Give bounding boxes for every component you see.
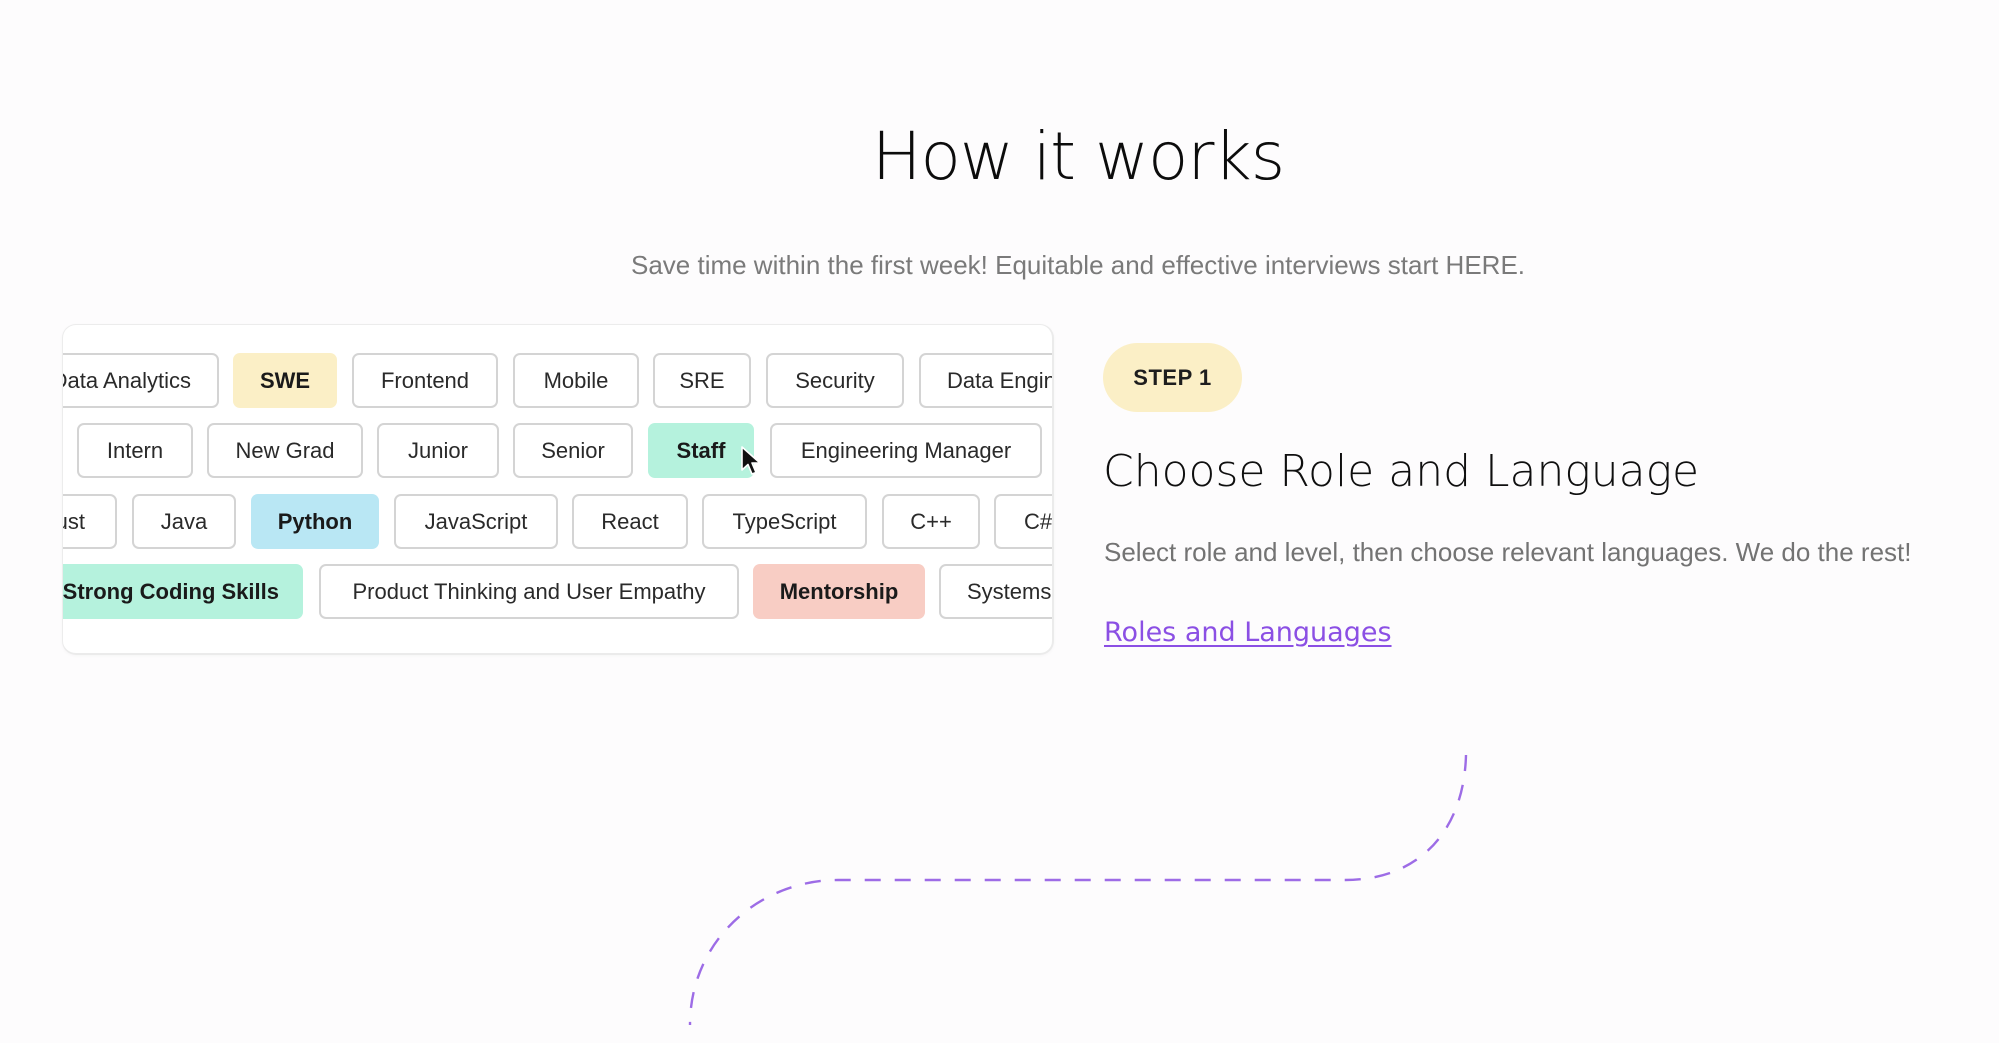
chip-skill-selected[interactable]: Mentorship <box>753 564 925 619</box>
chip-level-selected[interactable]: Staff <box>648 423 754 478</box>
section-title: How it works <box>871 118 1285 195</box>
chip-role[interactable]: Security <box>766 353 904 408</box>
chip-language[interactable]: C++ <box>882 494 980 549</box>
chip-skill[interactable]: Systems <box>939 564 1052 619</box>
chip-language[interactable]: React <box>572 494 688 549</box>
roles-and-languages-link[interactable]: Roles and Languages <box>1104 617 1392 648</box>
chip-language[interactable]: Java <box>132 494 236 549</box>
chip-level[interactable]: Junior <box>377 423 499 478</box>
chip-language[interactable]: Rust <box>63 494 117 549</box>
chip-role[interactable]: Data Analytics <box>63 353 219 408</box>
chip-level[interactable]: Engineering Manager <box>770 423 1042 478</box>
chip-role[interactable]: Mobile <box>513 353 639 408</box>
dashed-connector-path <box>688 754 1468 1026</box>
chip-language[interactable]: C# <box>994 494 1052 549</box>
chip-role[interactable]: Frontend <box>352 353 498 408</box>
chip-role-selected[interactable]: SWE <box>233 353 337 408</box>
chip-level[interactable]: Senior <box>513 423 633 478</box>
step-badge: STEP 1 <box>1103 343 1242 412</box>
chip-language-selected[interactable]: Python <box>251 494 379 549</box>
mouse-pointer-icon <box>741 446 761 475</box>
step-description: Select role and level, then choose relev… <box>1104 537 1912 567</box>
chip-language[interactable]: TypeScript <box>702 494 867 549</box>
chip-panel: Data Analytics SWE Frontend Mobile SRE S… <box>62 324 1054 655</box>
chip-role[interactable]: SRE <box>653 353 751 408</box>
chip-role[interactable]: Data Engineering <box>919 353 1052 408</box>
chip-level[interactable]: Intern <box>77 423 193 478</box>
section-subtitle: Save time within the first week! Equitab… <box>630 250 1526 280</box>
step-heading: Choose Role and Language <box>1103 446 1700 497</box>
chip-language[interactable]: JavaScript <box>394 494 558 549</box>
chip-level[interactable]: New Grad <box>207 423 363 478</box>
chip-skill[interactable]: Product Thinking and User Empathy <box>319 564 739 619</box>
chip-skill-selected[interactable]: Strong Coding Skills <box>63 564 303 619</box>
